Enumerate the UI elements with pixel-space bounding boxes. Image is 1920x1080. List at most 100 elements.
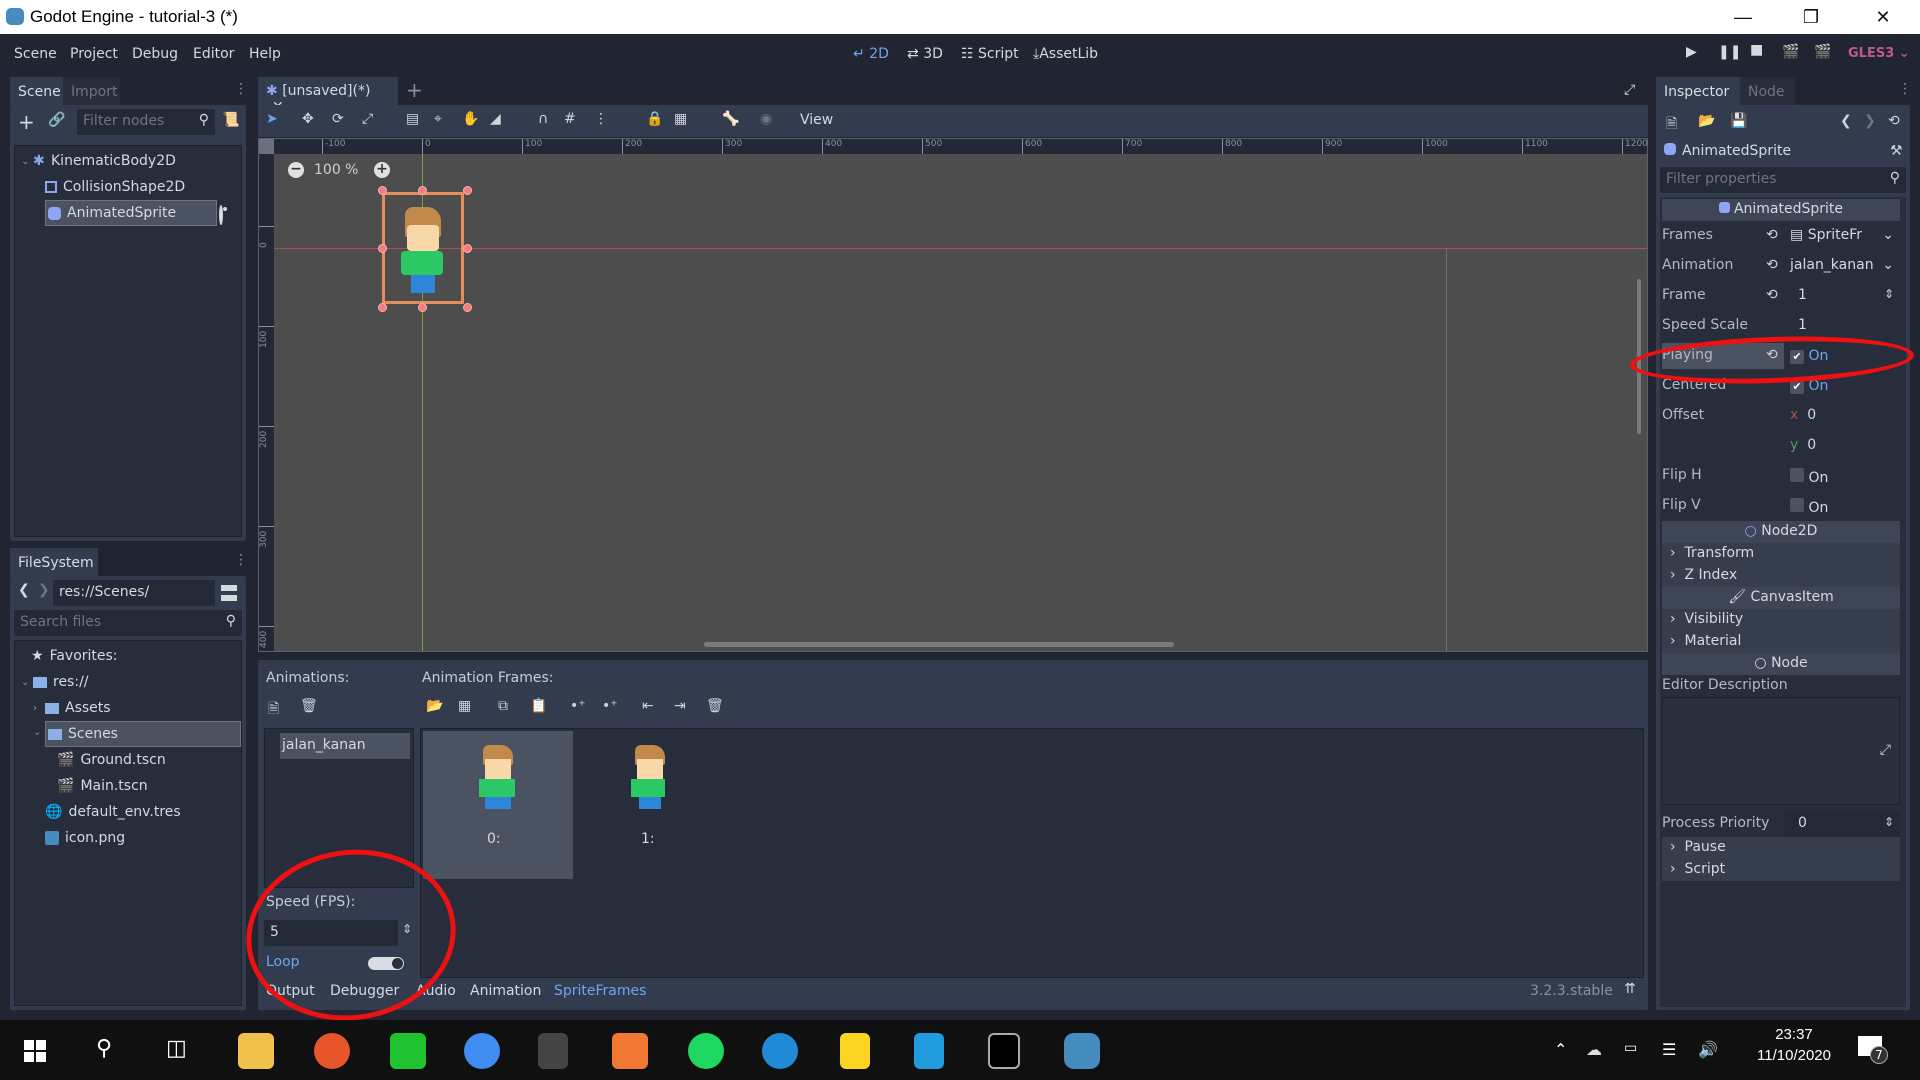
file-item-assets[interactable]: › Assets — [33, 695, 111, 721]
move-left-button[interactable]: ⇤ — [642, 698, 654, 714]
zoom-level[interactable]: 100 % — [314, 162, 358, 178]
taskbar-line[interactable] — [390, 1033, 426, 1069]
insert-before-button[interactable]: •⁺ — [570, 698, 586, 714]
bottom-tab-spriteframes[interactable]: SpriteFrames — [554, 983, 646, 999]
bottom-tab-animation[interactable]: Animation — [470, 983, 541, 999]
resize-handle[interactable] — [463, 244, 472, 253]
play-custom-scene-button[interactable]: 🎬 — [1814, 44, 1831, 60]
search-files-input[interactable]: Search files ⚲ — [14, 610, 242, 636]
tab-scene[interactable]: Scene — [10, 77, 63, 105]
menu-scene[interactable]: Scene — [14, 46, 57, 62]
resize-handle[interactable] — [463, 186, 472, 195]
move-right-button[interactable]: ⇥ — [674, 698, 686, 714]
tree-node-collisionshape2d[interactable]: CollisionShape2D — [45, 174, 374, 200]
add-node-button[interactable]: + — [18, 110, 35, 134]
zoom-in-button[interactable]: + — [374, 162, 390, 178]
revert-icon[interactable]: ⟲ — [1766, 287, 1778, 303]
taskbar-firefox[interactable] — [314, 1033, 350, 1069]
volume-icon[interactable]: 🔊 — [1698, 1040, 1718, 1059]
object-properties-button[interactable]: ⚒ — [1890, 143, 1903, 159]
distraction-free-button[interactable]: ⤢ — [1624, 82, 1635, 98]
history-back-button[interactable]: ❮ — [1840, 113, 1852, 129]
history-forward-button[interactable]: ❯ — [1864, 113, 1876, 129]
filter-nodes-input[interactable]: Filter nodes ⚲ — [77, 109, 215, 135]
resize-handle[interactable] — [418, 186, 427, 195]
task-view-button[interactable]: ◫ — [166, 1036, 187, 1061]
renderer-select[interactable]: GLES3 ⌄ — [1848, 46, 1910, 61]
resize-handle[interactable] — [418, 303, 427, 312]
taskbar-terminal[interactable] — [988, 1033, 1020, 1069]
file-item-icon-png[interactable]: icon.png — [45, 825, 125, 851]
taskbar-spotify[interactable] — [688, 1033, 724, 1069]
object-history-button[interactable]: ⟲ — [1888, 113, 1900, 129]
resize-handle[interactable] — [378, 244, 387, 253]
back-button[interactable]: ❮ — [18, 582, 30, 598]
forward-button[interactable]: ❯ — [38, 582, 50, 598]
file-item-scenes[interactable]: Scenes — [45, 721, 241, 747]
minimize-button[interactable]: — — [1720, 0, 1766, 34]
file-item-res[interactable]: ⌄ res:// — [21, 669, 89, 695]
pause-button[interactable]: ❚❚ — [1718, 44, 1741, 60]
workspace-3d[interactable]: ⇄ 3D — [907, 46, 943, 62]
group-z-index[interactable]: › Z Index — [1662, 565, 1900, 587]
attach-script-button[interactable]: 📜 — [222, 112, 239, 128]
file-item-ground-tscn[interactable]: 🎬 Ground.tscn — [57, 747, 166, 773]
menu-debug[interactable]: Debug — [132, 46, 178, 62]
delete-frame-button[interactable]: 🗑 — [706, 698, 724, 714]
tree-node-kinematicbody2d[interactable]: ⌄ ✱ KinematicBody2D — [21, 148, 388, 174]
taskbar-file-explorer[interactable] — [238, 1033, 274, 1069]
lock-button[interactable]: 🔒 — [646, 111, 663, 127]
smart-snap-button[interactable]: ∩ — [538, 111, 548, 127]
delete-animation-button[interactable]: 🗑 — [300, 698, 318, 714]
play-button[interactable]: ▶ — [1686, 44, 1697, 60]
rotate-mode-button[interactable]: ⟳ — [332, 111, 344, 127]
taskbar-sticky-notes[interactable] — [840, 1033, 870, 1069]
grid-snap-button[interactable]: # — [564, 111, 576, 127]
new-scene-tab-button[interactable]: + — [406, 78, 423, 102]
prop-flip-h-checkbox[interactable]: On — [1784, 463, 1900, 489]
dock-menu-icon[interactable]: ⋮ — [234, 81, 248, 97]
close-window-button[interactable]: ✕ — [1860, 0, 1906, 34]
menu-help[interactable]: Help — [249, 46, 281, 62]
tab-node[interactable]: Node — [1740, 77, 1795, 105]
copy-frame-button[interactable]: ⧉ — [498, 698, 508, 714]
load-resource-button[interactable]: 📂 — [1698, 113, 1715, 129]
animation-item[interactable]: jalan_kanan — [280, 733, 410, 759]
skeleton-button[interactable]: 🦴 — [722, 111, 739, 127]
editor-description-textarea[interactable]: ⤢ — [1662, 697, 1900, 805]
menu-project[interactable]: Project — [70, 46, 118, 62]
taskbar-godot[interactable] — [1064, 1033, 1100, 1069]
tab-filesystem[interactable]: FileSystem — [10, 548, 98, 576]
select-mode-button[interactable]: ➤ — [266, 111, 278, 127]
frame-item-1[interactable]: 1: — [575, 731, 725, 879]
resize-handle[interactable] — [378, 303, 387, 312]
zoom-out-button[interactable]: − — [288, 162, 304, 178]
file-item-main-tscn[interactable]: 🎬 Main.tscn — [57, 773, 148, 799]
taskbar-vscode[interactable] — [914, 1033, 944, 1069]
expand-icon[interactable]: ⤢ — [1880, 742, 1891, 758]
pan-mode-button[interactable]: ✋ — [462, 111, 479, 127]
tree-node-animatedsprite[interactable]: AnimatedSprite — [45, 200, 217, 226]
toggle-split-mode-button[interactable] — [221, 585, 237, 601]
new-animation-button[interactable]: 🗎 — [268, 698, 279, 722]
workspace-script[interactable]: ☷ Script — [961, 46, 1019, 62]
play-scene-button[interactable]: 🎬 — [1782, 44, 1799, 60]
taskbar-edge[interactable] — [762, 1033, 798, 1069]
resize-handle[interactable] — [378, 186, 387, 195]
taskbar-zoom[interactable] — [464, 1033, 500, 1069]
revert-icon[interactable]: ⟲ — [1766, 257, 1778, 273]
list-select-button[interactable]: ▤ — [406, 111, 419, 127]
search-button[interactable]: ⚲ — [96, 1036, 112, 1061]
frame-item-0[interactable]: 0: — [423, 731, 573, 879]
save-resource-button[interactable]: 💾 — [1730, 113, 1747, 129]
sprite-selection-box[interactable] — [382, 192, 464, 304]
group-button[interactable]: ▦ — [674, 111, 687, 127]
prop-offset-x[interactable]: x 0 — [1784, 403, 1900, 429]
onedrive-icon[interactable]: ☁ — [1586, 1040, 1602, 1059]
workspace-2d[interactable]: ↵ 2D — [853, 46, 889, 62]
camera-override-button[interactable]: ◉ — [760, 111, 772, 127]
restore-button[interactable]: ❐ — [1788, 0, 1834, 34]
group-transform[interactable]: › Transform — [1662, 543, 1900, 565]
prop-flip-v-checkbox[interactable]: On — [1784, 493, 1900, 519]
tab-inspector[interactable]: Inspector — [1656, 77, 1740, 105]
